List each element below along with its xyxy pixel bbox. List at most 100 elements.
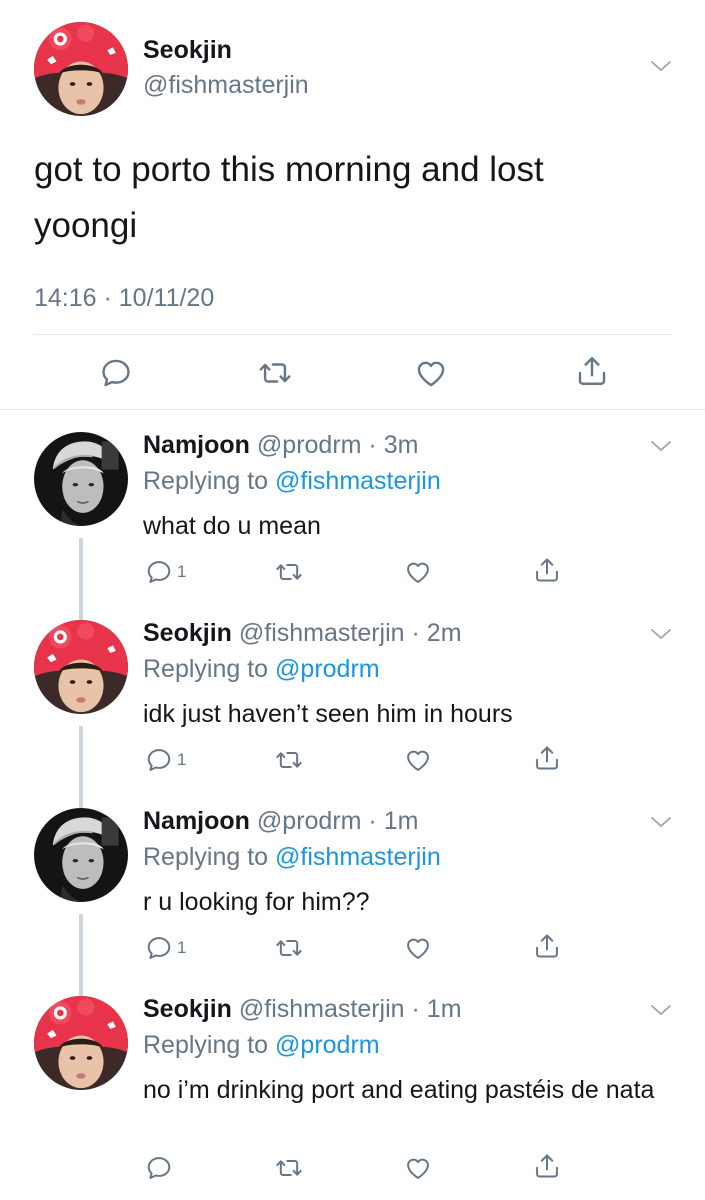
reply-time: 3m <box>383 431 419 459</box>
reply-time: 1m <box>426 995 462 1023</box>
like-button[interactable] <box>404 746 432 774</box>
replying-prefix: Replying to <box>143 1031 269 1059</box>
reply-header: Seokjin @fishmasterjin · 1m <box>143 995 462 1024</box>
avatar[interactable] <box>34 432 128 526</box>
like-button[interactable] <box>404 558 432 586</box>
share-icon <box>575 354 609 388</box>
heart-icon <box>404 746 432 774</box>
author-handle[interactable]: @fishmasterjin <box>239 995 405 1023</box>
reply-tweet[interactable]: Namjoon @prodrm · 1m Replying to @fishma… <box>0 790 705 996</box>
author-handle[interactable]: @prodrm <box>257 431 362 459</box>
reply-icon <box>145 558 173 586</box>
reply-button[interactable] <box>99 356 133 390</box>
share-button[interactable] <box>533 1152 561 1180</box>
author-name[interactable]: Namjoon <box>143 807 250 835</box>
retweet-button[interactable] <box>275 934 303 962</box>
like-button[interactable] <box>404 1154 432 1182</box>
retweet-button[interactable] <box>275 558 303 586</box>
chevron-down-icon[interactable] <box>649 56 673 76</box>
author-name[interactable]: Seokjin <box>143 619 232 647</box>
divider <box>34 334 671 335</box>
reply-button[interactable] <box>145 1154 177 1182</box>
reply-actions: 1 <box>0 746 705 776</box>
retweet-button[interactable] <box>258 356 292 390</box>
author-handle[interactable]: @fishmasterjin <box>143 71 309 100</box>
dot-separator: · <box>361 431 384 459</box>
like-button[interactable] <box>414 356 448 390</box>
author-name[interactable]: Seokjin <box>143 36 232 65</box>
author-name[interactable]: Seokjin <box>143 995 232 1023</box>
share-button[interactable] <box>533 556 561 584</box>
tweet-actions <box>0 354 705 394</box>
reply-button[interactable]: 1 <box>145 746 186 774</box>
retweet-icon <box>275 746 303 774</box>
author-name[interactable]: Namjoon <box>143 431 250 459</box>
replying-prefix: Replying to <box>143 843 269 871</box>
avatar[interactable] <box>34 996 128 1090</box>
dot-separator: · <box>404 995 427 1023</box>
avatar[interactable] <box>34 620 128 714</box>
replying-to: Replying to @prodrm <box>143 655 380 684</box>
retweet-icon <box>275 558 303 586</box>
reply-actions <box>0 1154 705 1184</box>
retweet-button[interactable] <box>275 746 303 774</box>
replying-to: Replying to @fishmasterjin <box>143 843 441 872</box>
heart-icon <box>404 1154 432 1182</box>
chevron-down-icon[interactable] <box>649 436 673 456</box>
reply-tweet[interactable]: Seokjin @fishmasterjin · 2m Replying to … <box>0 602 705 808</box>
reply-text: r u looking for him?? <box>143 888 370 916</box>
replying-to: Replying to @fishmasterjin <box>143 467 441 496</box>
seokjin-avatar <box>34 620 128 714</box>
replying-to-link[interactable]: @fishmasterjin <box>275 467 441 495</box>
divider <box>0 409 705 410</box>
tweet-text: got to porto this morning and lost yoong… <box>34 150 544 245</box>
share-button[interactable] <box>533 932 561 960</box>
reply-tweet[interactable]: Seokjin @fishmasterjin · 1m Replying to … <box>0 978 705 1200</box>
replying-prefix: Replying to <box>143 655 269 683</box>
namjoon-avatar <box>34 808 128 902</box>
chevron-down-icon[interactable] <box>649 624 673 644</box>
author-handle[interactable]: @fishmasterjin <box>239 619 405 647</box>
heart-icon <box>404 934 432 962</box>
share-button[interactable] <box>533 744 561 772</box>
replying-to-link[interactable]: @fishmasterjin <box>275 843 441 871</box>
replying-to: Replying to @prodrm <box>143 1031 380 1060</box>
replying-to-link[interactable]: @prodrm <box>275 655 380 683</box>
like-button[interactable] <box>404 934 432 962</box>
dot-separator: · <box>404 619 427 647</box>
retweet-icon <box>258 356 292 390</box>
heart-icon <box>404 558 432 586</box>
reply-text: idk just haven’t seen him in hours <box>143 700 513 728</box>
retweet-icon <box>275 1154 303 1182</box>
share-icon <box>533 1152 561 1180</box>
reply-button[interactable]: 1 <box>145 934 186 962</box>
namjoon-avatar <box>34 432 128 526</box>
chevron-down-icon[interactable] <box>649 812 673 832</box>
reply-icon <box>99 356 133 390</box>
reply-icon <box>145 934 173 962</box>
share-icon <box>533 556 561 584</box>
reply-time: 1m <box>383 807 419 835</box>
retweet-button[interactable] <box>275 1154 303 1182</box>
reply-header: Namjoon @prodrm · 3m <box>143 431 418 460</box>
avatar[interactable] <box>34 22 128 116</box>
share-button[interactable] <box>575 354 609 388</box>
reply-header: Namjoon @prodrm · 1m <box>143 807 418 836</box>
reply-header: Seokjin @fishmasterjin · 2m <box>143 619 462 648</box>
replying-to-link[interactable]: @prodrm <box>275 1031 380 1059</box>
dot-separator: · <box>361 807 384 835</box>
chevron-down-icon[interactable] <box>649 1000 673 1020</box>
reply-actions: 1 <box>0 558 705 588</box>
share-icon <box>533 744 561 772</box>
author-handle[interactable]: @prodrm <box>257 807 362 835</box>
reply-button[interactable]: 1 <box>145 558 186 586</box>
reply-tweet[interactable]: Namjoon @prodrm · 3m Replying to @fishma… <box>0 414 705 620</box>
avatar[interactable] <box>34 808 128 902</box>
reply-text: no i’m drinking port and eating pastéis … <box>143 1076 655 1104</box>
tweet-timestamp[interactable]: 14:16 · 10/11/20 <box>34 284 214 313</box>
reply-time: 2m <box>426 619 462 647</box>
seokjin-avatar <box>34 22 128 116</box>
reply-count: 1 <box>177 938 187 957</box>
reply-text: what do u mean <box>143 512 321 540</box>
seokjin-avatar <box>34 996 128 1090</box>
